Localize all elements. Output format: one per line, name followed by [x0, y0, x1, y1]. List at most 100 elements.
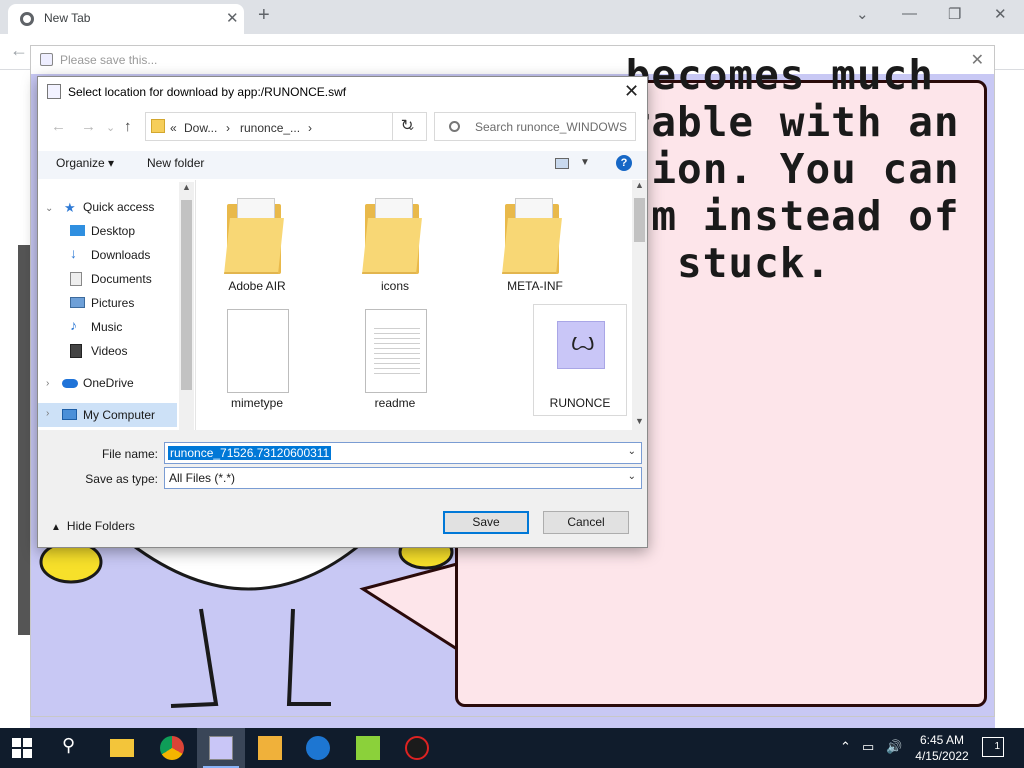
- view-options-icon[interactable]: [555, 158, 569, 169]
- address-segment-downloads[interactable]: Dow...: [184, 121, 217, 135]
- chevron-down-icon[interactable]: ▼: [580, 157, 590, 168]
- scroll-up-icon[interactable]: ▲: [182, 182, 191, 192]
- chevron-up-icon: ▲: [51, 522, 61, 533]
- window-close-button[interactable]: ✕: [994, 5, 1007, 23]
- save-button[interactable]: Save: [443, 511, 529, 534]
- address-segment-runonce[interactable]: runonce_...: [240, 121, 300, 135]
- cancel-button[interactable]: Cancel: [543, 511, 629, 534]
- minimize-button[interactable]: —: [902, 5, 917, 22]
- files-scrollbar[interactable]: ▲ ▼: [632, 180, 647, 430]
- folder-icon: [151, 119, 165, 133]
- music-icon: ♪: [70, 317, 77, 333]
- file-item-folder[interactable]: icons: [348, 188, 442, 300]
- nav-item-videos[interactable]: Videos: [70, 341, 182, 363]
- dialog-app-icon: [47, 84, 61, 99]
- file-item-folder[interactable]: META-INF: [488, 188, 582, 300]
- chevron-right-icon[interactable]: ›: [46, 408, 49, 419]
- search-input[interactable]: Search runonce_WINDOWS: [434, 112, 636, 141]
- tab-close-icon[interactable]: ✕: [226, 9, 239, 27]
- character-leg-left: [170, 608, 219, 708]
- nav-onedrive[interactable]: OneDrive: [62, 373, 174, 395]
- bubble-line: eam instead of: [600, 192, 960, 240]
- chevron-down-icon[interactable]: ⌄: [628, 471, 636, 482]
- address-prefix: «: [170, 121, 177, 135]
- app-icon-dark[interactable]: [405, 736, 429, 760]
- hide-folders-button[interactable]: ▲ Hide Folders: [51, 519, 135, 533]
- save-type-label: Save as type:: [85, 472, 158, 486]
- nav-item-downloads[interactable]: ↓ Downloads 📌: [70, 245, 208, 267]
- nav-item-desktop[interactable]: Desktop 📌: [70, 221, 208, 243]
- search-icon[interactable]: ⚲: [62, 735, 86, 759]
- clock-time: 6:45 AM: [919, 733, 965, 747]
- character-hand-left: [39, 540, 103, 584]
- chevron-up-icon[interactable]: ⌃: [840, 739, 851, 755]
- file-item-folder[interactable]: Adobe AIR: [210, 188, 304, 300]
- volume-icon[interactable]: 🔊: [886, 739, 902, 755]
- app-icon-gold[interactable]: [258, 736, 282, 760]
- taskbar-clock[interactable]: 6:45 AM 4/15/2022: [912, 732, 972, 764]
- dialog-close-button[interactable]: ✕: [624, 81, 639, 102]
- nav-label: My Computer: [83, 408, 156, 422]
- new-tab-button[interactable]: +: [258, 4, 270, 27]
- save-type-select[interactable]: All Files (*.*) ⌄: [164, 467, 642, 489]
- organize-button[interactable]: Organize ▾: [56, 156, 114, 170]
- network-icon[interactable]: ▭: [862, 739, 874, 755]
- character-body: [130, 542, 362, 591]
- text-file-icon: [365, 309, 427, 393]
- notification-icon[interactable]: 1: [982, 737, 1004, 757]
- documents-icon: [70, 272, 82, 286]
- help-icon[interactable]: ?: [616, 155, 632, 171]
- recent-dropdown-icon[interactable]: ⌄: [106, 121, 115, 134]
- nav-my-computer[interactable]: My Computer: [62, 405, 176, 427]
- app-icon-blue[interactable]: [306, 736, 330, 760]
- clock-date: 4/15/2022: [915, 749, 969, 763]
- character-leg-right: [286, 608, 331, 706]
- pictures-icon: [70, 297, 85, 308]
- refresh-icon[interactable]: ↻: [392, 112, 421, 141]
- back-icon[interactable]: ←: [51, 118, 66, 135]
- computer-icon: [62, 409, 77, 420]
- nav-item-pictures[interactable]: Pictures 📌: [70, 293, 208, 315]
- blank-file-icon: [227, 309, 289, 393]
- file-item[interactable]: readme: [348, 305, 442, 417]
- chevron-right-icon[interactable]: ›: [46, 378, 49, 389]
- maximize-button[interactable]: ❐: [948, 5, 961, 23]
- file-item-selected[interactable]: Ꙍ RUNONCE: [533, 304, 627, 416]
- nav-quick-access[interactable]: ★ Quick access: [64, 197, 174, 219]
- app-icon: [40, 53, 53, 66]
- new-folder-button[interactable]: New folder: [147, 156, 204, 170]
- file-explorer-icon[interactable]: [110, 739, 134, 757]
- file-name-field[interactable]: runonce_71526.73120600311 ⌄: [164, 442, 642, 464]
- taskbar: ⚲ ⌃ ▭ 🔊 6:45 AM 4/15/2022 1: [0, 728, 1024, 768]
- chevron-down-icon[interactable]: ⌄: [45, 203, 53, 214]
- scroll-down-icon[interactable]: ▼: [635, 416, 644, 426]
- nav-scroll-thumb[interactable]: [181, 200, 192, 390]
- browser-tabstrip: New Tab ✕ + ⌄ — ❐ ✕: [0, 0, 1024, 34]
- nav-label: Pictures: [91, 296, 135, 310]
- nav-label: Music: [91, 320, 123, 334]
- forward-icon[interactable]: →: [81, 118, 96, 135]
- star-icon: ★: [64, 200, 76, 215]
- back-arrow-icon[interactable]: ←: [10, 40, 28, 61]
- file-name: readme: [374, 396, 416, 410]
- runonce-app-icon[interactable]: [209, 736, 233, 760]
- address-bar[interactable]: « Dow... › runonce_... › ⌄: [145, 112, 427, 141]
- bubble-line: arable with an: [600, 98, 960, 146]
- nav-item-documents[interactable]: Documents 📌: [70, 269, 208, 291]
- app-icon-green[interactable]: [356, 736, 380, 760]
- nav-scrollbar[interactable]: ▲: [179, 182, 194, 430]
- files-scroll-thumb[interactable]: [634, 198, 645, 242]
- browser-tab[interactable]: New Tab ✕: [8, 4, 244, 34]
- stage-bottom-strip: [30, 717, 995, 728]
- windows-start-icon[interactable]: [12, 738, 32, 758]
- chevron-down-icon[interactable]: ⌄: [628, 446, 636, 457]
- downloads-icon: ↓: [70, 245, 77, 261]
- app-close-button[interactable]: ✕: [971, 50, 984, 70]
- nav-item-music[interactable]: ♪ Music: [70, 317, 182, 339]
- file-item[interactable]: mimetype: [210, 305, 304, 417]
- tab-search-icon[interactable]: ⌄: [856, 5, 869, 23]
- chrome-taskbar-icon[interactable]: [160, 736, 184, 760]
- folder-icon: [502, 192, 565, 276]
- scroll-up-icon[interactable]: ▲: [635, 180, 644, 190]
- up-folder-icon[interactable]: ↑: [124, 118, 132, 135]
